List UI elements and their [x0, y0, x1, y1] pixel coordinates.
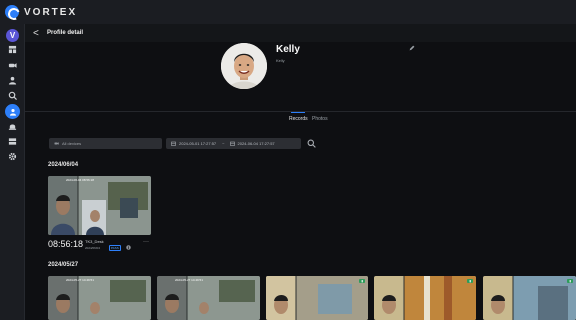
start-datetime[interactable]: 2024-05-01 17:27:57	[179, 141, 216, 146]
brand-name: VORTEX	[24, 6, 78, 18]
record-thumbnail[interactable]: 2024-05-27 14:49:51	[157, 276, 260, 320]
info-icon[interactable]	[126, 245, 131, 250]
duration-badge-icon: ▮	[567, 279, 573, 283]
end-datetime[interactable]: 2024-06-04 17:27:57	[238, 141, 275, 146]
profile-name: Kelly	[276, 44, 300, 55]
record-thumbnail[interactable]: 2024-06-04 08:56:18	[48, 176, 151, 235]
vortex-logo-icon	[5, 5, 19, 19]
user-avatar[interactable]: V	[6, 29, 19, 42]
profile-photo	[221, 43, 267, 89]
profile-icon[interactable]	[5, 104, 20, 119]
device-filter-select[interactable]: All devices	[49, 138, 162, 149]
person-icon[interactable]	[8, 76, 17, 85]
record-date: 2024/06/04	[85, 246, 101, 250]
camera-timestamp: 2024-05-27 14:49:51	[175, 278, 203, 282]
storage-icon[interactable]	[8, 137, 17, 146]
calendar-end-icon	[229, 141, 235, 146]
edit-icon[interactable]	[409, 45, 415, 51]
record-thumbnail[interactable]: ▮	[374, 276, 476, 320]
record-thumbnail[interactable]: ▮	[266, 276, 368, 320]
device-filter-label: All devices	[62, 141, 82, 146]
tab-photos[interactable]: Photos	[312, 116, 328, 122]
record-time: 08:56:18	[48, 239, 84, 249]
active-tab-indicator	[291, 112, 305, 113]
range-separator: ~	[222, 141, 225, 146]
group-date-heading: 2024/06/04	[48, 162, 79, 168]
duration-badge-icon: ▮	[467, 279, 473, 283]
record-thumbnail[interactable]: 2024-05-27 14:49:51	[48, 276, 151, 320]
more-options-button[interactable]: ···	[143, 239, 149, 245]
duration-badge-icon: ▮	[359, 279, 365, 283]
record-device: TK3_Desk	[85, 239, 104, 244]
dashboard-icon[interactable]	[8, 45, 17, 54]
profile-subtitle: Kelly	[276, 58, 285, 63]
camera-icon[interactable]	[8, 61, 17, 70]
alert-icon[interactable]	[8, 122, 17, 131]
search-icon[interactable]	[307, 139, 316, 148]
record-status-badge: PASS	[109, 245, 121, 251]
tab-records[interactable]: Records	[289, 116, 308, 122]
main-content: Kelly Kelly Records Photos All devices 2…	[25, 42, 576, 320]
camera-timestamp: 2024-05-27 14:49:51	[66, 278, 94, 282]
back-button[interactable]: <	[33, 28, 43, 39]
title-bar: VORTEX	[0, 0, 576, 24]
page-title: Profile detail	[47, 30, 84, 36]
group-date-heading: 2024/05/27	[48, 262, 79, 268]
face-search-icon[interactable]	[8, 91, 17, 100]
camera-small-icon	[54, 142, 59, 145]
calendar-icon	[171, 141, 176, 146]
sidebar: V	[0, 24, 25, 320]
page-header: < Profile detail	[25, 24, 576, 42]
settings-icon[interactable]	[8, 152, 17, 161]
record-thumbnail[interactable]: ▮	[483, 276, 576, 320]
camera-timestamp: 2024-06-04 08:56:18	[66, 178, 94, 182]
date-range-picker[interactable]: 2024-05-01 17:27:57 ~ 2024-06-04 17:27:5…	[166, 138, 301, 149]
